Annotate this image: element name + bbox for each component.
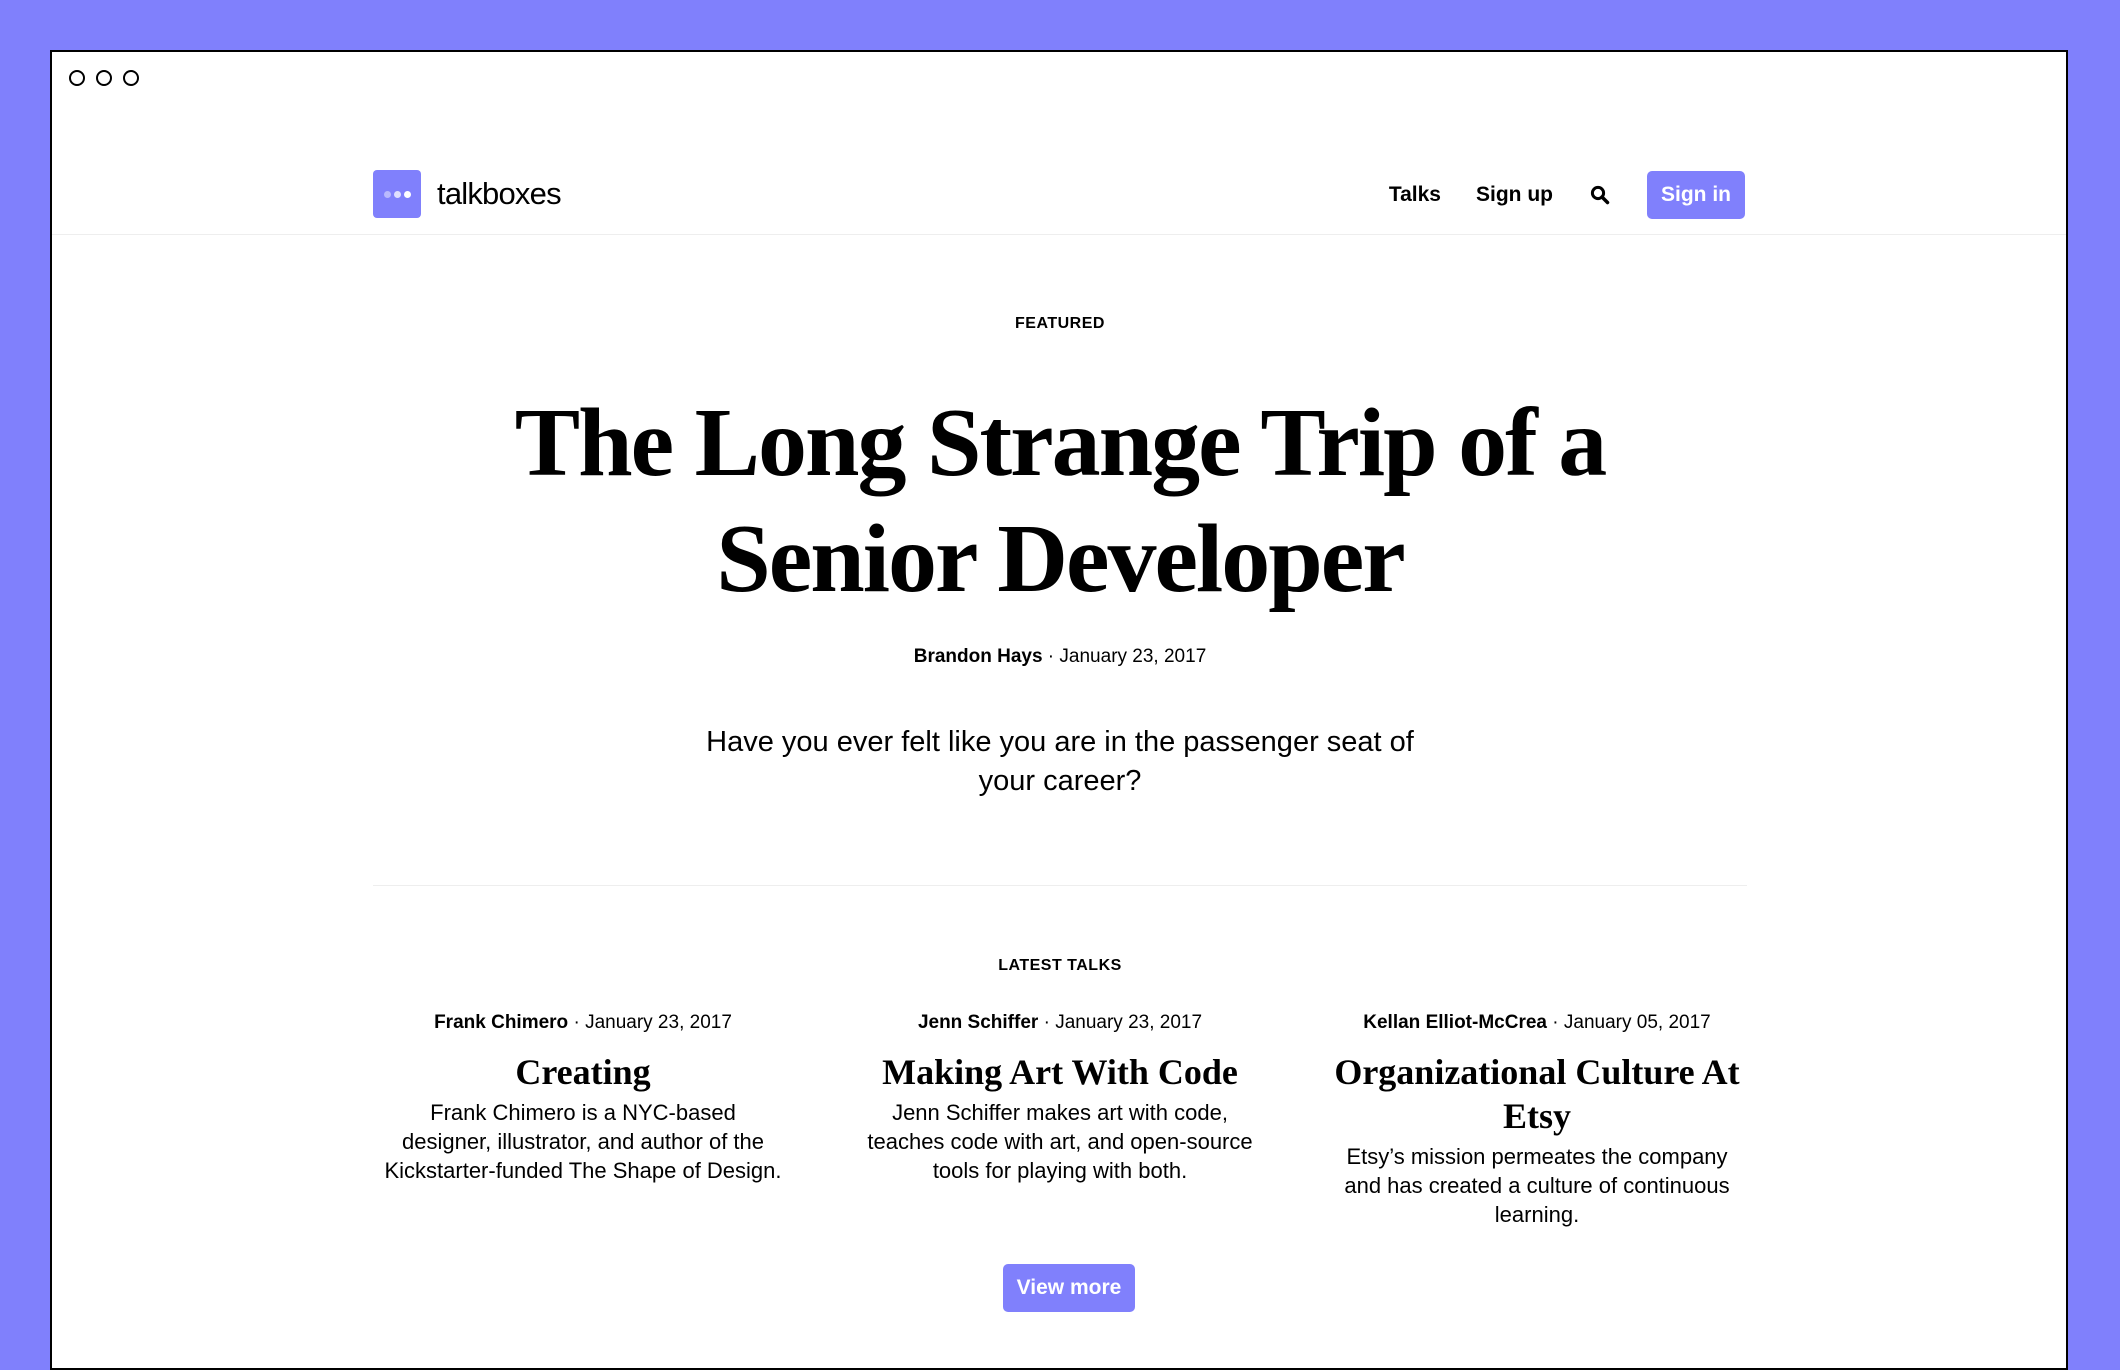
talk-description: Frank Chimero is a NYC-based designer, i… [384, 1100, 782, 1183]
talk-card: Jenn Schiffer · January 23, 2017 Making … [850, 1010, 1270, 1229]
featured-talk-meta: Brandon Hays · January 23, 2017 [52, 646, 2068, 668]
featured-date: January 23, 2017 [1059, 646, 1207, 667]
nav-link-sign-up[interactable]: Sign up [1476, 183, 1553, 207]
talk-card-meta: Frank Chimero · January 23, 2017 [373, 1010, 793, 1036]
featured-talk-title[interactable]: The Long Strange Trip of a Senior Develo… [482, 385, 1638, 617]
talk-author[interactable]: Kellan Elliot-McCrea [1363, 1012, 1547, 1033]
window-minimize-button[interactable] [96, 70, 112, 86]
search-icon[interactable] [1588, 183, 1612, 207]
featured-dek: Have you ever felt like you are in the p… [706, 726, 1414, 797]
talk-author[interactable]: Jenn Schiffer [918, 1012, 1038, 1033]
talk-date: January 23, 2017 [585, 1012, 732, 1033]
talk-description: Jenn Schiffer makes art with code, teach… [867, 1100, 1253, 1183]
talk-author[interactable]: Frank Chimero [434, 1012, 568, 1033]
talk-title[interactable]: Creating [373, 1050, 793, 1094]
view-more-button[interactable]: View more [1003, 1264, 1135, 1312]
talk-date: January 23, 2017 [1055, 1012, 1203, 1033]
talk-card-meta: Jenn Schiffer · January 23, 2017 [850, 1010, 1270, 1036]
meta-separator: · [1038, 1012, 1056, 1033]
browser-window: talkboxes Talks Sign up Sign in FEATURED… [50, 50, 2068, 1370]
nav-link-talks[interactable]: Talks [1389, 183, 1441, 207]
meta-separator: · [1546, 1012, 1564, 1033]
window-close-button[interactable] [69, 70, 85, 86]
latest-talks-label: LATEST TALKS [998, 957, 1122, 974]
brand-name: talkboxes [437, 176, 562, 211]
window-controls [69, 70, 139, 86]
featured-author[interactable]: Brandon Hays [914, 646, 1043, 667]
brand-link[interactable]: talkboxes [373, 170, 562, 218]
talkboxes-logo-icon [373, 170, 421, 218]
talk-title[interactable]: Organizational Culture At Etsy [1327, 1050, 1747, 1138]
meta-separator: · [568, 1012, 586, 1033]
talk-card-meta: Kellan Elliot-McCrea · January 05, 2017 [1327, 1010, 1747, 1036]
latest-talks-list: Frank Chimero · January 23, 2017 Creatin… [373, 1010, 1747, 1229]
primary-nav: Talks Sign up Sign in [1354, 170, 1745, 220]
window-zoom-button[interactable] [123, 70, 139, 86]
talk-card: Kellan Elliot-McCrea · January 05, 2017 … [1327, 1010, 1747, 1229]
talk-title[interactable]: Making Art With Code [850, 1050, 1270, 1094]
featured-label: FEATURED [1015, 315, 1105, 332]
talk-description: Etsy’s mission permeates the company and… [1344, 1144, 1730, 1227]
talk-date: January 05, 2017 [1563, 1012, 1711, 1033]
talk-card: Frank Chimero · January 23, 2017 Creatin… [373, 1010, 793, 1229]
meta-separator: · [1042, 646, 1060, 667]
site-header: talkboxes Talks Sign up Sign in [52, 122, 2066, 235]
sign-in-button[interactable]: Sign in [1647, 171, 1745, 219]
section-divider [373, 885, 1747, 886]
